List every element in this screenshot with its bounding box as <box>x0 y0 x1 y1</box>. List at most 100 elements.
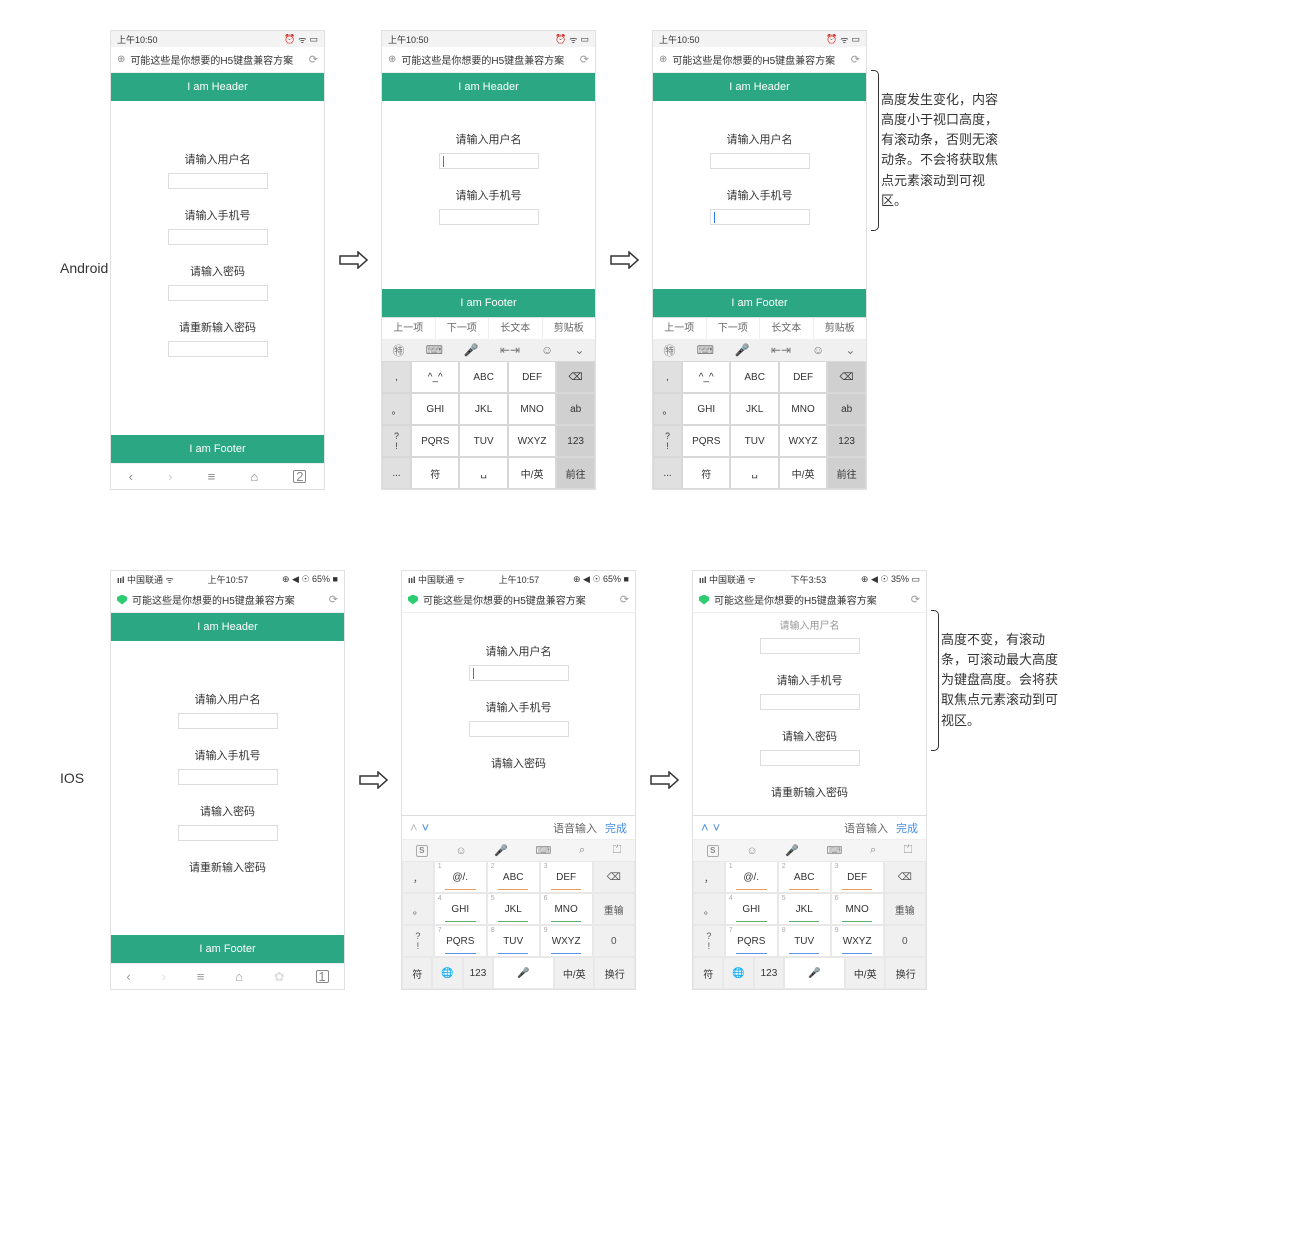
key-comma[interactable]: ， <box>403 862 433 892</box>
key-def[interactable]: 3DEF <box>541 862 592 892</box>
key-backspace[interactable]: ⌫ <box>557 362 594 392</box>
key-ghi[interactable]: 4GHI <box>435 894 486 924</box>
key-abc[interactable]: 2ABC <box>488 862 539 892</box>
forward-icon[interactable]: › <box>168 469 172 484</box>
ime-mic-icon[interactable]: 🎤 <box>464 343 479 357</box>
sogou-icon[interactable]: S <box>707 845 719 857</box>
key-123[interactable]: 123 <box>557 426 594 456</box>
ime-next[interactable]: 下一项 <box>436 318 490 339</box>
key-tuv[interactable]: TUV <box>460 426 506 456</box>
chevron-down-icon[interactable]: ˅ <box>422 820 430 835</box>
key-more[interactable]: ... <box>654 458 681 488</box>
input-password2[interactable] <box>168 341 268 357</box>
key-comma[interactable]: , <box>383 362 410 392</box>
input-username[interactable] <box>760 638 860 654</box>
ime-collapse-icon[interactable]: ⌄ <box>574 343 584 357</box>
ime-prev[interactable]: 上一项 <box>382 318 436 339</box>
emoji-icon[interactable]: ☺ <box>455 845 466 857</box>
input-username[interactable] <box>178 713 278 729</box>
key-jkl[interactable]: 5JKL <box>779 894 830 924</box>
sogou-icon[interactable]: S <box>416 845 428 857</box>
ime-clipboard[interactable]: 剪贴板 <box>543 318 596 339</box>
input-phone[interactable] <box>439 209 539 225</box>
key-more[interactable]: ... <box>383 458 410 488</box>
emoji-icon[interactable]: ☺ <box>746 845 757 857</box>
key-return[interactable]: 换行 <box>595 958 634 988</box>
search-icon[interactable]: ⌕ <box>870 844 876 857</box>
key-sym[interactable]: 符 <box>683 458 729 488</box>
more-icon[interactable]: ⏍ <box>904 844 912 857</box>
key-lang[interactable]: 中/英 <box>780 458 826 488</box>
key-abc[interactable]: 2ABC <box>779 862 830 892</box>
key-globe[interactable]: 🌐 <box>433 958 461 988</box>
key-wxyz[interactable]: WXYZ <box>780 426 826 456</box>
key-backspace[interactable]: ⌫ <box>828 362 865 392</box>
key-period[interactable]: 。 <box>694 894 724 924</box>
key-period[interactable]: 。 <box>383 394 410 424</box>
search-icon[interactable]: ⌕ <box>579 844 585 857</box>
key-jkl[interactable]: 5JKL <box>488 894 539 924</box>
key-tuv[interactable]: TUV <box>731 426 777 456</box>
key-sym[interactable]: 符 <box>412 458 458 488</box>
key-space[interactable]: ␣ <box>731 458 777 488</box>
ime-emoji-icon[interactable]: ☺ <box>541 343 553 357</box>
input-phone[interactable] <box>710 209 810 225</box>
keyboard-icon[interactable]: ⌨ <box>827 844 843 857</box>
key-wxyz[interactable]: 9WXYZ <box>832 926 883 956</box>
ime-mi-icon[interactable]: ㊕ <box>393 342 405 359</box>
key-ghi[interactable]: 4GHI <box>726 894 777 924</box>
key-mno[interactable]: 6MNO <box>541 894 592 924</box>
key-space[interactable]: 🎤 <box>494 958 553 988</box>
mic-icon[interactable]: 🎤 <box>494 844 508 857</box>
key-pqrs[interactable]: 7PQRS <box>726 926 777 956</box>
key-sym[interactable]: 符 <box>694 958 722 988</box>
key-lang[interactable]: 中/英 <box>555 958 594 988</box>
input-phone[interactable] <box>760 694 860 710</box>
chevron-up-icon[interactable]: ˄ <box>701 820 709 835</box>
key-q[interactable]: ?! <box>383 426 410 456</box>
key-reenter[interactable]: 重输 <box>885 894 925 924</box>
ime-collapse-icon[interactable]: ⌄ <box>845 343 855 357</box>
forward-icon[interactable]: › <box>162 969 166 984</box>
more-icon[interactable]: ⏍ <box>613 844 621 857</box>
key-123[interactable]: 123 <box>464 958 492 988</box>
key-comma[interactable]: ， <box>694 862 724 892</box>
key-def[interactable]: 3DEF <box>832 862 883 892</box>
done-button[interactable]: 完成 <box>896 820 918 836</box>
key-abc[interactable]: ABC <box>731 362 777 392</box>
back-icon[interactable]: ‹ <box>129 469 133 484</box>
tabs-icon[interactable]: 2 <box>293 470 306 483</box>
ime-keyboard-icon[interactable]: ⌨ <box>697 343 714 357</box>
key-period[interactable]: 。 <box>403 894 433 924</box>
key-123[interactable]: 123 <box>828 426 865 456</box>
input-username[interactable] <box>168 173 268 189</box>
key-backspace[interactable]: ⌫ <box>885 862 925 892</box>
key-tuv[interactable]: 8TUV <box>779 926 830 956</box>
input-username[interactable] <box>469 665 569 681</box>
tabs-icon[interactable]: 1 <box>316 970 329 983</box>
chevron-up-icon[interactable]: ˄ <box>410 820 418 835</box>
voice-input-label[interactable]: 语音输入 <box>844 820 888 836</box>
key-face[interactable]: ^_^ <box>412 362 458 392</box>
key-lang[interactable]: 中/英 <box>509 458 555 488</box>
key-0[interactable]: 0 <box>885 926 925 956</box>
key-at[interactable]: 1@/. <box>435 862 486 892</box>
input-password[interactable] <box>760 750 860 766</box>
key-q[interactable]: ?! <box>403 926 433 956</box>
key-jkl[interactable]: JKL <box>460 394 506 424</box>
mic-icon[interactable]: 🎤 <box>785 844 799 857</box>
reload-icon[interactable]: ⟳ <box>620 593 629 606</box>
key-def[interactable]: DEF <box>780 362 826 392</box>
chevron-down-icon[interactable]: ˅ <box>713 820 721 835</box>
ime-keyboard-icon[interactable]: ⌨ <box>426 343 443 357</box>
ime-prev[interactable]: 上一项 <box>653 318 707 339</box>
key-ab[interactable]: ab <box>557 394 594 424</box>
key-go[interactable]: 前往 <box>828 458 865 488</box>
ear-icon[interactable]: ✿ <box>274 969 285 985</box>
key-pqrs[interactable]: 7PQRS <box>435 926 486 956</box>
menu-icon[interactable]: ≡ <box>208 469 216 484</box>
ime-cursor-icon[interactable]: ⇤⇥ <box>500 343 520 357</box>
key-face[interactable]: ^_^ <box>683 362 729 392</box>
key-reenter[interactable]: 重输 <box>594 894 634 924</box>
keyboard-icon[interactable]: ⌨ <box>536 844 552 857</box>
